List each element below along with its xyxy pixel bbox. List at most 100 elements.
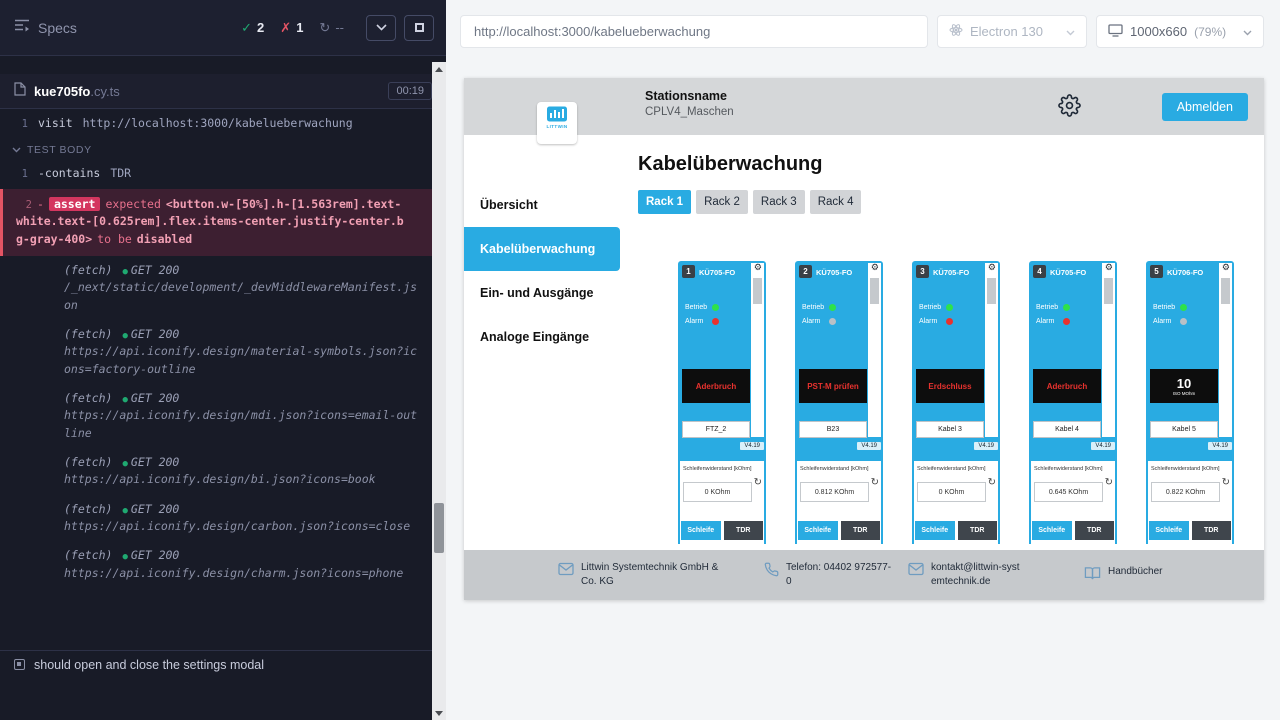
reporter-scrollbar[interactable]	[432, 62, 446, 720]
betrieb-led	[1063, 304, 1070, 311]
fetch-path: https://api.iconify.design/charm.json?ic…	[64, 565, 422, 582]
tab-rack-4[interactable]: Rack 4	[810, 190, 862, 214]
schleife-button[interactable]: Schleife	[1032, 521, 1072, 540]
fetch-log-entry[interactable]: (fetch)●GET 200 https://api.iconify.desi…	[0, 384, 446, 448]
stop-button[interactable]	[404, 15, 434, 41]
cable-name: Kabel 4	[1033, 421, 1101, 438]
device-gear-icon[interactable]: ⚙	[871, 262, 879, 273]
logout-button[interactable]: Abmelden	[1162, 93, 1248, 121]
fetch-log-entry[interactable]: (fetch)●GET 200 https://api.iconify.desi…	[0, 320, 446, 384]
device-card-4: 4 KÜ705-FO ⚙ Betrieb Alarm Aderbruch Kab…	[1029, 261, 1117, 544]
chevron-down-icon	[12, 147, 21, 153]
url-input[interactable]: http://localhost:3000/kabelueberwachung	[460, 15, 928, 48]
alarm-indicator: Alarm	[1153, 318, 1187, 325]
schleife-button[interactable]: Schleife	[915, 521, 955, 540]
spec-file-row[interactable]: kue705fo .cy.ts 00:19	[0, 74, 446, 108]
tdr-button[interactable]: TDR	[1192, 521, 1232, 540]
betrieb-led	[829, 304, 836, 311]
fetch-log-entry[interactable]: (fetch)●GET 200 https://api.iconify.desi…	[0, 495, 446, 542]
viewport-selector[interactable]: 1000x660 (79%)	[1096, 15, 1264, 48]
footer-email[interactable]: kontakt@littwin-systemtechnik.de	[908, 561, 1084, 589]
fetch-log-entry[interactable]: (fetch)●GET 200 https://api.iconify.desi…	[0, 541, 446, 588]
card-scrollbar[interactable]	[868, 263, 881, 437]
cable-name: B23	[799, 421, 867, 438]
tdr-button[interactable]: TDR	[841, 521, 881, 540]
aut-panel: http://localhost:3000/kabelueberwachung …	[446, 0, 1280, 720]
card-scrollbar[interactable]	[1102, 263, 1115, 437]
tab-rack-2[interactable]: Rack 2	[696, 190, 748, 214]
sidebar-item-ein-und-ausgaenge[interactable]: Ein- und Ausgänge	[464, 271, 620, 315]
device-gear-icon[interactable]: ⚙	[1105, 262, 1113, 273]
card-scrollbar[interactable]	[1219, 263, 1232, 437]
command-number: 1	[12, 167, 28, 183]
tdr-button[interactable]: TDR	[958, 521, 998, 540]
device-card-5: 5 KÜ706-FO ⚙ Betrieb Alarm 10ISO MOhm Ka…	[1146, 261, 1234, 544]
app-body: Übersicht Kabelüberwachung Ein- und Ausg…	[464, 135, 1264, 550]
device-number-badge: 4	[1033, 265, 1046, 278]
device-model-label: KÜ705-FO	[1050, 268, 1086, 277]
device-gear-icon[interactable]: ⚙	[988, 262, 996, 273]
betrieb-indicator: Betrieb	[1153, 304, 1187, 311]
settings-gear-icon[interactable]	[1058, 94, 1081, 122]
chevron-down-icon	[1243, 24, 1252, 39]
footer-manuals[interactable]: Handbücher	[1084, 565, 1162, 586]
firmware-version: V4.19	[857, 442, 881, 450]
browser-selector[interactable]: Electron 130	[937, 15, 1087, 48]
contains-command[interactable]: 1-containsTDR	[0, 161, 446, 187]
specs-menu-icon[interactable]	[14, 18, 30, 37]
failed-assert-command[interactable]: 2-assertexpected<button.w-[50%].h-[1.563…	[0, 189, 446, 256]
fetch-label: (fetch)	[64, 548, 112, 562]
app-header: LITTWIN Stationsname CPLV4_Maschen Abmel…	[464, 78, 1264, 135]
logo-icon	[546, 106, 568, 122]
firmware-version: V4.19	[974, 442, 998, 450]
betrieb-indicator: Betrieb	[919, 304, 953, 311]
fetch-label: (fetch)	[64, 455, 112, 469]
tdr-button[interactable]: TDR	[724, 521, 764, 540]
sidebar-item-uebersicht[interactable]: Übersicht	[464, 183, 620, 227]
status-display: Aderbruch	[682, 369, 750, 403]
scrollbar-thumb[interactable]	[434, 503, 444, 553]
card-scrollbar[interactable]	[751, 263, 764, 437]
assert-state: disabled	[137, 232, 192, 246]
fetch-log-entry[interactable]: (fetch)●GET 200 /_next/static/developmen…	[0, 256, 446, 320]
refresh-icon[interactable]: ↻	[988, 477, 996, 488]
tab-rack-1[interactable]: Rack 1	[638, 190, 691, 214]
resistance-label: Schleifenwiderstand [kOhm]	[797, 461, 881, 473]
fetch-log-entry[interactable]: (fetch)●GET 200 https://api.iconify.desi…	[0, 448, 446, 495]
schleife-button[interactable]: Schleife	[1149, 521, 1189, 540]
sidebar-item-analoge-eingaenge[interactable]: Analoge Eingänge	[464, 315, 620, 359]
fetch-label: (fetch)	[64, 263, 112, 277]
scroll-down-arrow[interactable]	[432, 706, 446, 720]
device-gear-icon[interactable]: ⚙	[1222, 262, 1230, 273]
refresh-icon[interactable]: ↻	[1222, 477, 1230, 488]
logo-text: LITTWIN	[546, 124, 567, 129]
visit-command[interactable]: 1visithttp://localhost:3000/kabelueberwa…	[0, 111, 446, 137]
assert-text: expected	[105, 197, 160, 211]
tab-rack-3[interactable]: Rack 3	[753, 190, 805, 214]
refresh-icon[interactable]: ↻	[754, 477, 762, 488]
command-name: visit	[38, 116, 73, 130]
device-gear-icon[interactable]: ⚙	[754, 262, 762, 273]
resistance-panel: Schleifenwiderstand [kOhm] ↻ 0.822 KOhm …	[1148, 461, 1232, 544]
footer-phone[interactable]: Telefon: 04402 972577-0	[764, 561, 908, 589]
cable-name: Kabel 3	[916, 421, 984, 438]
test-stats: ✓2 ✗1 ↻--	[241, 20, 344, 36]
collapse-button[interactable]	[366, 15, 396, 41]
refresh-icon[interactable]: ↻	[1105, 477, 1113, 488]
page-title: Kabelüberwachung	[638, 153, 1264, 176]
scroll-up-arrow[interactable]	[432, 62, 446, 76]
sidebar-item-kabelueberwachung[interactable]: Kabelüberwachung	[464, 227, 620, 271]
schleife-button[interactable]: Schleife	[681, 521, 721, 540]
fetch-label: (fetch)	[64, 502, 112, 516]
tdr-button[interactable]: TDR	[1075, 521, 1115, 540]
resistance-label: Schleifenwiderstand [kOhm]	[680, 461, 764, 473]
card-scrollbar[interactable]	[985, 263, 998, 437]
resistance-value: 0.812 KOhm	[800, 482, 869, 502]
phone-number: Telefon: 04402 972577-0	[786, 561, 892, 589]
next-test-row[interactable]: should open and close the settings modal	[0, 650, 432, 678]
test-body-toggle[interactable]: TEST BODY	[0, 137, 446, 161]
viewport-zoom: (79%)	[1194, 25, 1226, 39]
alarm-indicator: Alarm	[1036, 318, 1070, 325]
refresh-icon[interactable]: ↻	[871, 477, 879, 488]
schleife-button[interactable]: Schleife	[798, 521, 838, 540]
